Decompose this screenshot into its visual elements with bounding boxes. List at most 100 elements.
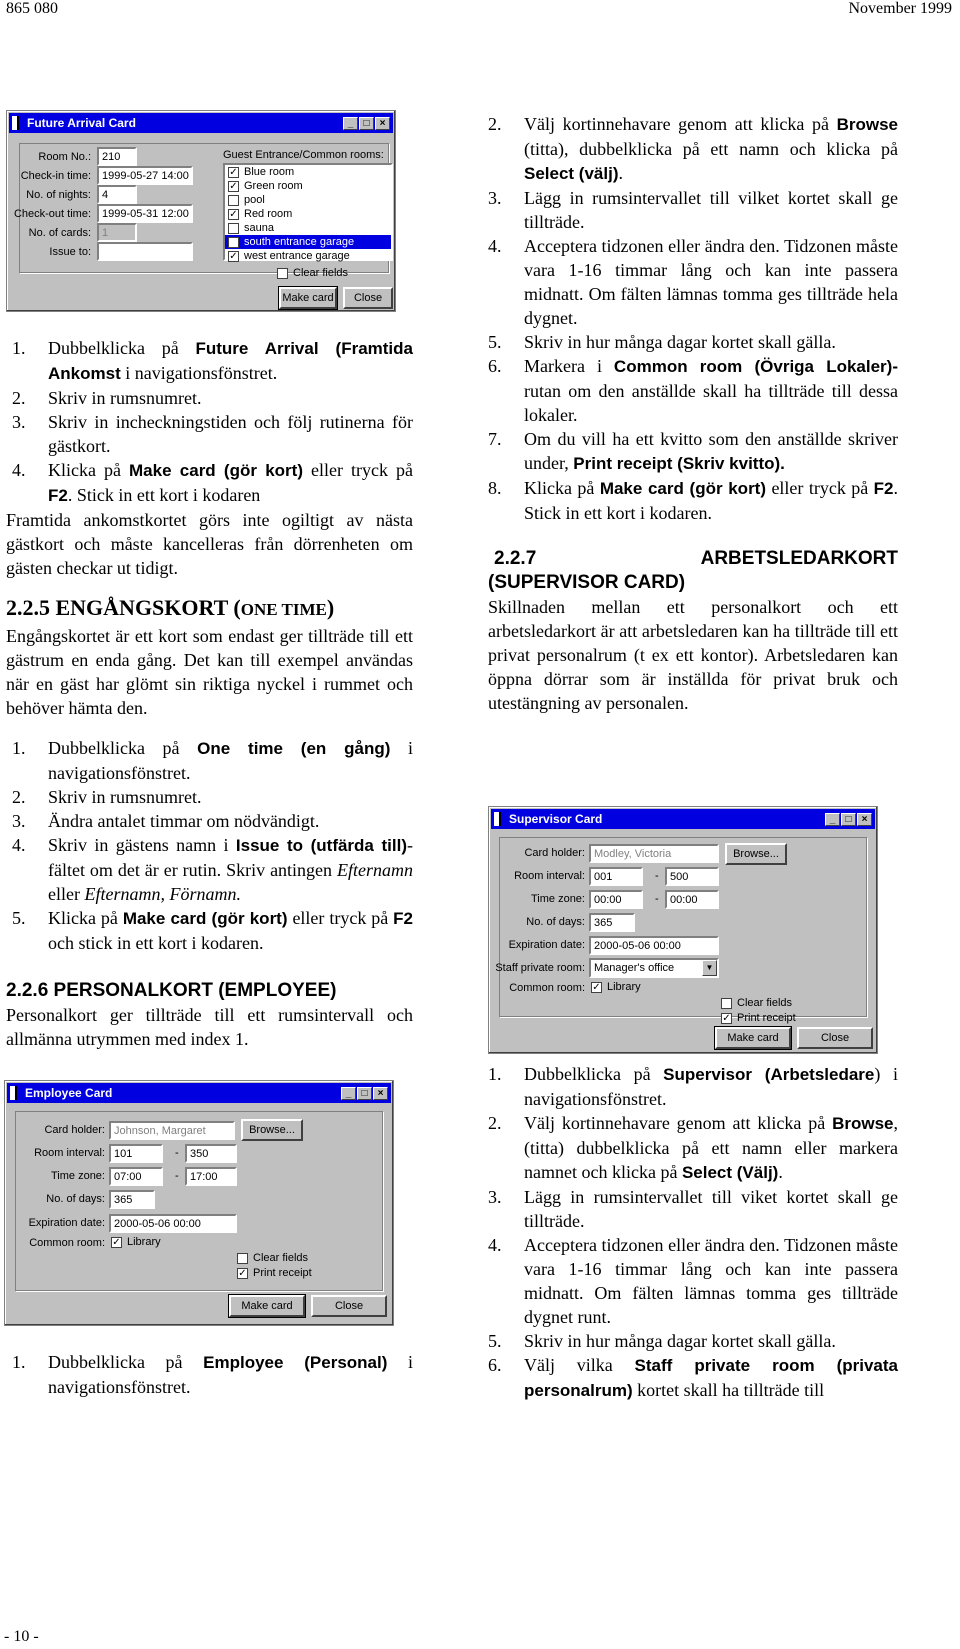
room-from-input[interactable]: 101 (109, 1144, 163, 1163)
card-holder-input[interactable]: Johnson, Margaret (109, 1121, 235, 1140)
time-zone-label: Time zone: (50, 1170, 105, 1182)
supervisor-steps-block: 1. Dubbelklicka på Supervisor (Arbetsleda… (488, 1062, 898, 1403)
print-receipt-checkbox[interactable]: ✓ Print receipt (721, 1012, 796, 1024)
checkbox-empty-icon[interactable] (228, 222, 239, 234)
chevron-down-icon[interactable]: ▼ (702, 960, 717, 976)
check-icon[interactable]: ✓ (228, 250, 239, 262)
days-label: No. of days: (46, 1193, 105, 1205)
checkin-input[interactable]: 1999-05-27 14:00 (97, 166, 193, 185)
list-item: 2. Skriv in rumsnumret. (12, 388, 202, 408)
room-list-item[interactable]: sauna (225, 221, 391, 235)
checkout-label: Check-out time: (13, 208, 91, 220)
clear-fields-label: Clear fields (293, 267, 349, 279)
rooms-listbox[interactable]: ✓ Blue room ✓ Green room pool ✓ Red room sauna ✓… (223, 163, 393, 263)
staff-room-select[interactable]: Manager's office ▼ (589, 958, 719, 978)
nights-input[interactable]: 4 (97, 185, 137, 204)
list-item: 3. Lägg in rumsintervallet till viket kor… (488, 1187, 898, 1231)
one-time-intro: Engångskortet är ett kort som endast ger… (6, 626, 413, 718)
list-item: 2. Välj kortinnehavare genom att klicka p… (488, 1113, 898, 1182)
minimize-icon[interactable]: _ (343, 116, 358, 130)
maximize-icon[interactable]: □ (357, 1086, 372, 1100)
close-icon[interactable]: × (373, 1086, 388, 1100)
room-from-input[interactable]: 001 (589, 867, 643, 886)
common-room-label: Common room: (509, 982, 585, 994)
time-from-input[interactable]: 07:00 (109, 1167, 163, 1186)
room-no-input[interactable]: 210 (97, 147, 137, 166)
issue-to-input[interactable] (97, 242, 193, 261)
window-title: Supervisor Card (509, 812, 603, 826)
cards-input[interactable]: 1 (97, 223, 137, 242)
issue-to-label: Issue to: (49, 246, 91, 258)
common-room-value: Library (127, 1236, 161, 1248)
check-icon[interactable]: ✓ (237, 1267, 248, 1279)
list-item: 1. Dubbelklicka på One time (en gång) i n… (12, 738, 413, 783)
make-card-button[interactable]: Make card (714, 1026, 792, 1050)
browse-button[interactable]: Browse... (241, 1119, 303, 1141)
room-list-item[interactable]: ✓ Green room (225, 179, 391, 193)
check-icon[interactable]: ✓ (228, 180, 239, 192)
days-input[interactable]: 365 (109, 1190, 155, 1209)
card-holder-label: Card holder: (524, 847, 585, 859)
clear-fields-checkbox[interactable]: Clear fields (721, 997, 792, 1009)
expiration-input[interactable]: 2000-05-06 00:00 (109, 1214, 237, 1233)
check-icon[interactable]: ✓ (228, 236, 239, 248)
close-icon[interactable]: × (375, 116, 390, 130)
browse-button[interactable]: Browse... (725, 843, 787, 865)
check-icon[interactable]: ✓ (228, 166, 239, 178)
maximize-icon[interactable]: □ (841, 812, 856, 826)
print-receipt-checkbox[interactable]: ✓ Print receipt (237, 1267, 312, 1279)
section-heading-supervisor-line2: (SUPERVISOR CARD) (488, 572, 686, 593)
time-from-input[interactable]: 00:00 (589, 890, 643, 909)
time-zone-label: Time zone: (530, 893, 585, 905)
employee-steps: 1. Dubbelklicka på Employee (Personal) i … (6, 1350, 413, 1399)
document-number: 865 080 (6, 0, 58, 17)
check-icon[interactable]: ✓ (228, 208, 239, 220)
close-button[interactable]: Close (797, 1027, 873, 1049)
time-to-input[interactable]: 17:00 (185, 1167, 237, 1186)
days-input[interactable]: 365 (589, 913, 635, 932)
close-icon[interactable]: × (857, 812, 872, 826)
room-list-item[interactable]: ✓ south entrance garage (225, 235, 391, 249)
common-room-checkbox[interactable]: ✓ Library (111, 1236, 161, 1248)
clear-fields-check-box[interactable] (721, 997, 732, 1009)
room-list-item[interactable]: ✓ west entrance garage (225, 249, 391, 263)
common-room-checkbox[interactable]: ✓ Library (591, 981, 641, 993)
make-card-button[interactable]: Make card (278, 286, 338, 310)
room-list-item[interactable]: ✓ Blue room (225, 165, 391, 179)
nights-label: No. of nights: (26, 189, 91, 201)
room-to-input[interactable]: 500 (665, 867, 719, 886)
list-item: 4. Acceptera tidzonen eller ändra den. Ti… (488, 1235, 898, 1327)
list-item: 2. Välj kortinnehavare genom att klicka p… (488, 114, 898, 183)
clear-fields-checkbox[interactable]: Clear fields (237, 1252, 308, 1264)
expiration-input[interactable]: 2000-05-06 00:00 (589, 936, 719, 955)
minimize-icon[interactable]: _ (341, 1086, 356, 1100)
checkbox-empty-icon[interactable] (228, 194, 239, 206)
future-arrival-note: Framtida ankomstkortet görs inte ogiltig… (6, 510, 413, 578)
window-title: Future Arrival Card (27, 116, 136, 130)
maximize-icon[interactable]: □ (359, 116, 374, 130)
check-icon[interactable]: ✓ (721, 1012, 732, 1024)
minimize-icon[interactable]: _ (825, 812, 840, 826)
card-holder-input[interactable]: Modley, Victoria (589, 844, 719, 863)
time-to-input[interactable]: 00:00 (665, 890, 719, 909)
checkout-input[interactable]: 1999-05-31 12:00 (97, 204, 193, 223)
make-card-button[interactable]: Make card (228, 1294, 306, 1318)
list-item: 4. Klicka på Make card (gör kort) eller t… (12, 460, 414, 505)
room-to-input[interactable]: 350 (185, 1144, 237, 1163)
range-separator: - (175, 1170, 179, 1182)
check-icon[interactable]: ✓ (591, 981, 602, 993)
check-icon[interactable]: ✓ (111, 1236, 122, 1248)
clear-fields-check-box[interactable] (237, 1252, 248, 1264)
clear-fields-check-box[interactable] (277, 267, 288, 279)
list-item: 4. Acceptera tidzonen eller ändra den. Ti… (488, 236, 898, 328)
supervisor-steps: 1. Dubbelklicka på Supervisor (Arbetsleda… (488, 1062, 898, 1403)
room-no-label: Room No.: (38, 151, 91, 163)
clear-fields-checkbox[interactable]: Clear fields (277, 267, 348, 279)
room-list-item[interactable]: pool (225, 193, 391, 207)
range-separator: - (655, 893, 659, 905)
room-interval-label: Room interval: (34, 1147, 105, 1159)
close-button[interactable]: Close (343, 287, 393, 309)
page-number: - 10 - (4, 1628, 39, 1645)
close-button[interactable]: Close (311, 1295, 387, 1317)
room-list-item[interactable]: ✓ Red room (225, 207, 391, 221)
